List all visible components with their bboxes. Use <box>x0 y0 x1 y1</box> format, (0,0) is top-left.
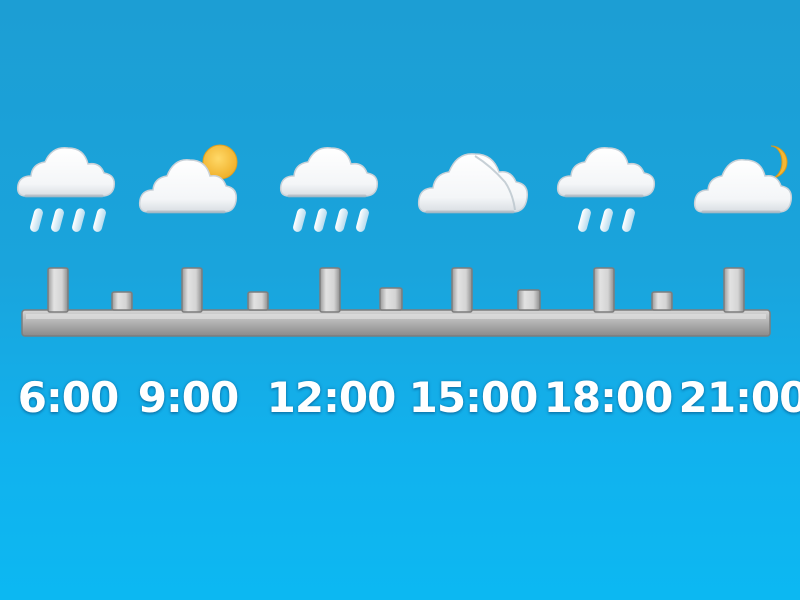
time-label: 15:00 <box>408 373 539 422</box>
ruler-base <box>21 309 771 337</box>
rain-drops <box>578 208 635 232</box>
rain-drops <box>30 208 106 232</box>
rain-drops <box>293 208 369 232</box>
moon-behind-cloud-icon <box>693 145 793 214</box>
time-label: 12:00 <box>266 373 397 422</box>
time-label: 6:00 <box>17 373 119 422</box>
cloud-icon <box>417 153 529 214</box>
rain-cloud-icon <box>279 147 379 232</box>
sun-behind-cloud-icon <box>138 144 238 214</box>
rain-cloud-icon <box>16 147 116 232</box>
time-label: 9:00 <box>137 373 239 422</box>
time-label: 18:00 <box>543 373 674 422</box>
time-label: 21:00 <box>678 373 800 422</box>
rain-cloud-icon <box>556 147 656 232</box>
timeline-ruler <box>21 267 771 337</box>
